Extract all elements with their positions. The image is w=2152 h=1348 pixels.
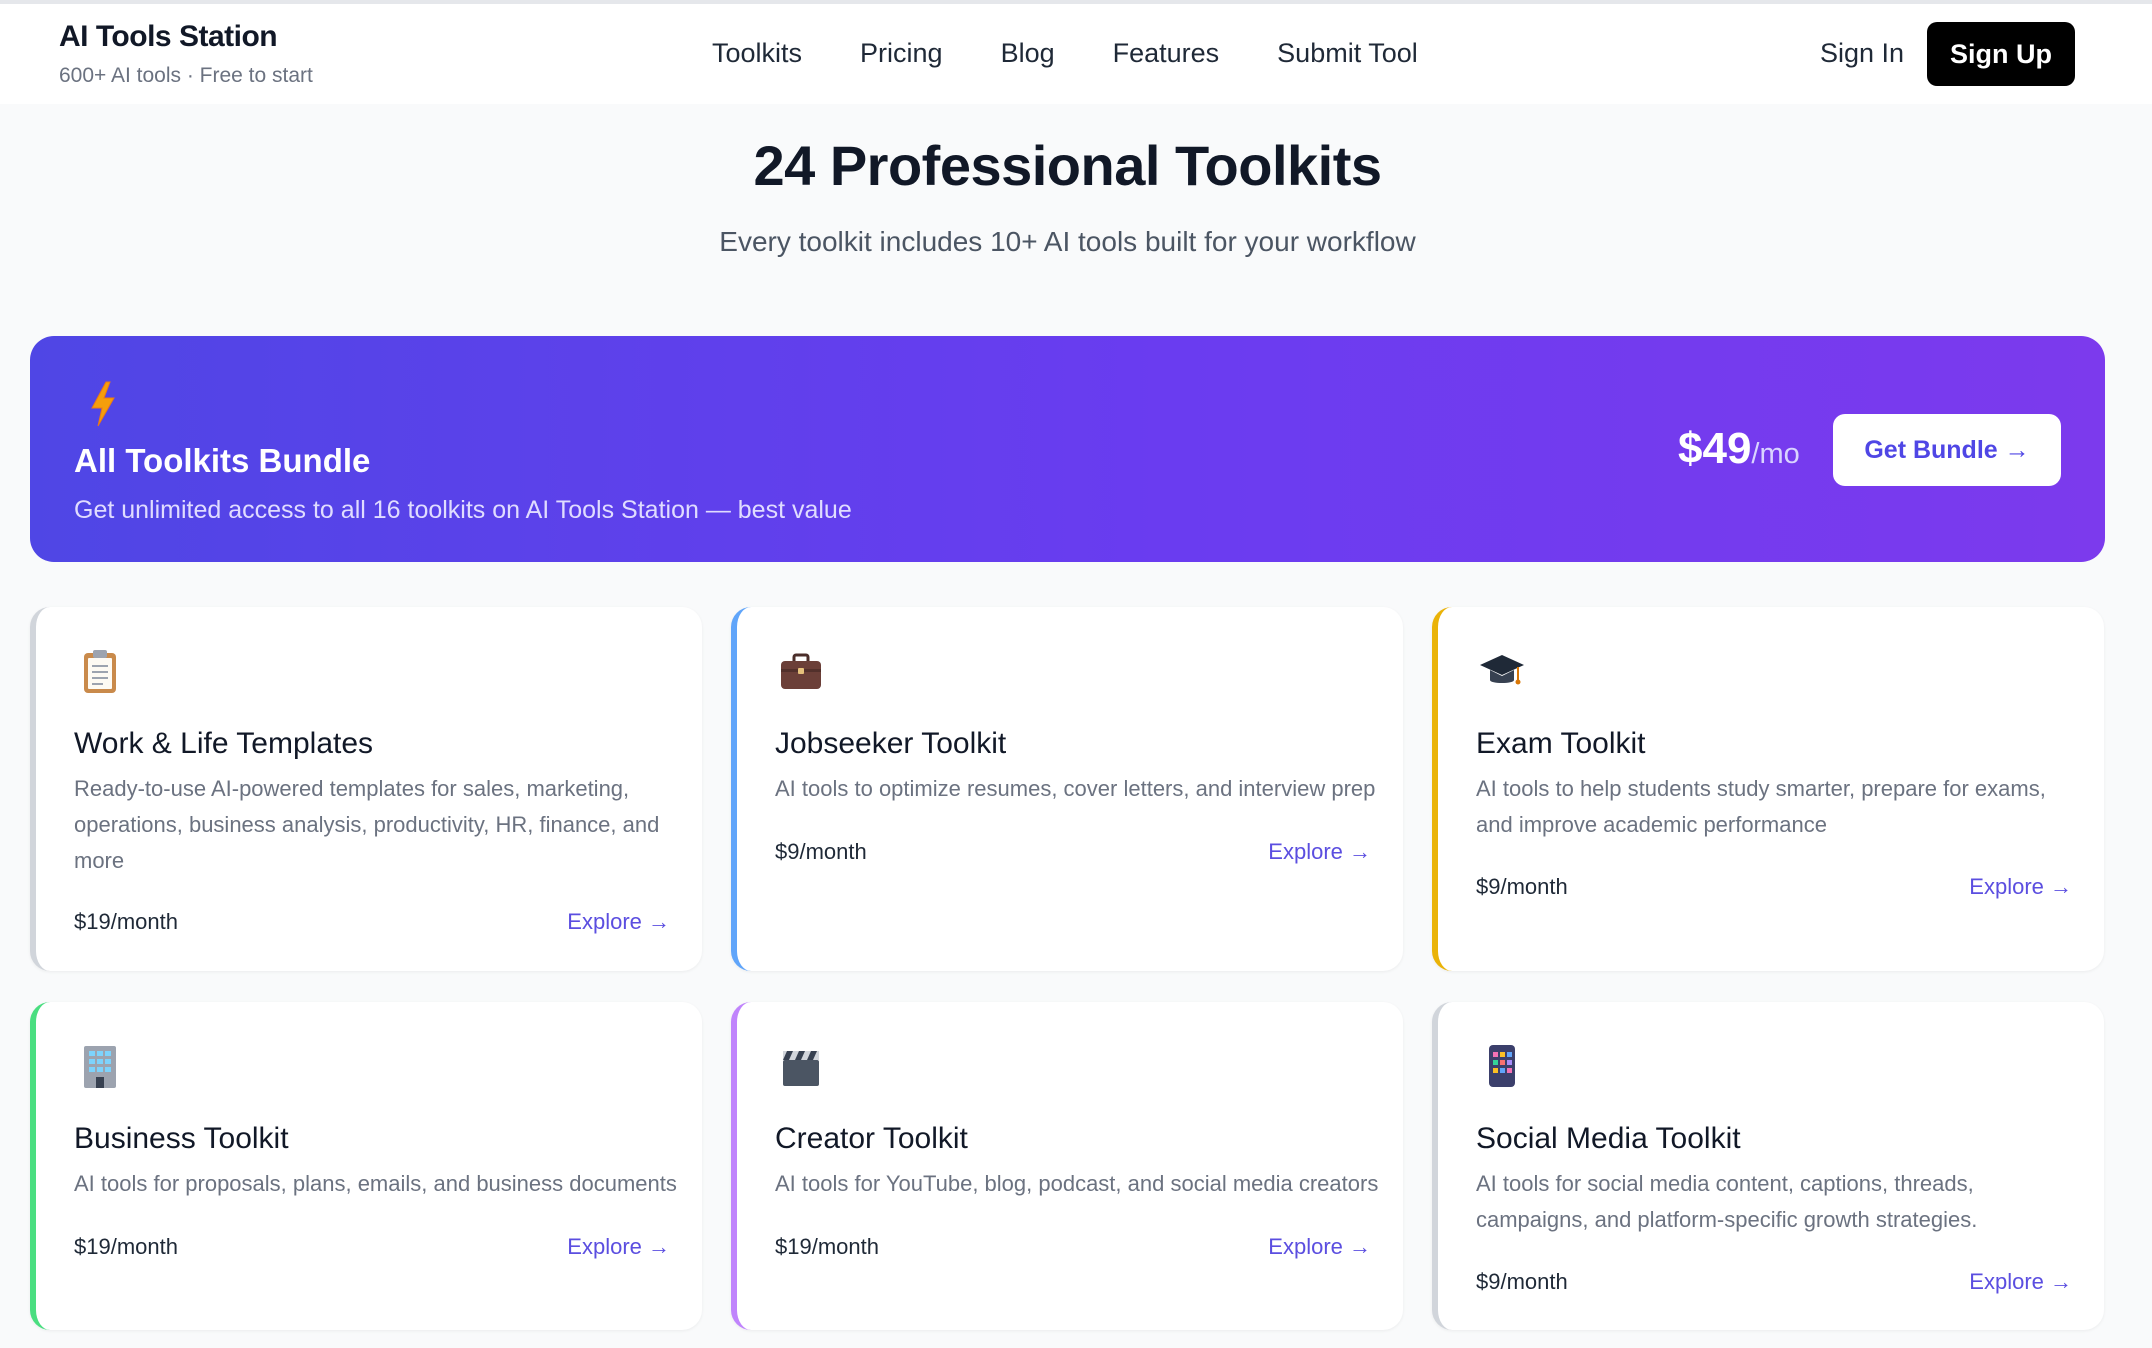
nav-submit-tool[interactable]: Submit Tool [1277,38,1418,69]
toolkit-card-jobseeker[interactable]: Jobseeker Toolkit AI tools to optimize r… [731,607,1403,971]
card-price: $19/month [775,1234,879,1259]
bundle-price: $49/mo [1678,424,1800,474]
card-description: AI tools for proposals, plans, emails, a… [74,1171,677,1196]
explore-link[interactable]: Explore → [1268,1234,1371,1260]
card-title: Business Toolkit [74,1122,289,1155]
nav-toolkits[interactable]: Toolkits [712,38,802,69]
get-bundle-button[interactable]: Get Bundle → [1833,414,2061,486]
office-building-icon [84,1046,116,1088]
toolkit-card-social-media[interactable]: Social Media Toolkit AI tools for social… [1432,1002,2104,1330]
sign-in-link[interactable]: Sign In [1820,38,1904,69]
toolkit-card-business[interactable]: Business Toolkit AI tools for proposals,… [30,1002,702,1330]
site-header: AI Tools Station 600+ AI tools · Free to… [0,4,2152,104]
card-price: $19/month [74,909,178,934]
toolkit-card-exam[interactable]: Exam Toolkit AI tools to help students s… [1432,607,2104,971]
brand[interactable]: AI Tools Station 600+ AI tools · Free to… [59,20,313,88]
toolkit-card-creator[interactable]: Creator Toolkit AI tools for YouTube, bl… [731,1002,1403,1330]
card-description: AI tools for social media content, capti… [1476,1171,1978,1232]
bundle-description: Get unlimited access to all 16 toolkits … [74,496,852,524]
card-description: AI tools to optimize resumes, cover lett… [775,776,1376,801]
explore-link[interactable]: Explore → [1969,1269,2072,1295]
phone-apps-icon [1489,1045,1515,1087]
explore-link[interactable]: Explore → [567,909,670,935]
clapperboard-icon [783,1051,819,1086]
toolkit-card-work-life[interactable]: Work & Life Templates Ready-to-use AI-po… [30,607,702,971]
card-title: Jobseeker Toolkit [775,727,1007,760]
brand-tagline: 600+ AI tools · Free to start [59,64,313,87]
clipboard-icon [84,650,116,693]
card-title: Work & Life Templates [74,727,374,760]
card-description: AI tools to help students study smarter,… [1476,776,2046,837]
main-nav: Toolkits Pricing Blog Features Submit To… [712,38,1418,69]
bundle-price-period: /mo [1751,438,1800,470]
page: AI Tools Station 600+ AI tools · Free to… [0,0,2152,1348]
card-title: Creator Toolkit [775,1122,968,1155]
card-description: Ready-to-use AI-powered templates for sa… [74,776,660,873]
explore-link[interactable]: Explore → [567,1234,670,1260]
explore-link[interactable]: Explore → [1268,839,1371,865]
page-title: 24 Professional Toolkits [753,134,1382,197]
page-subtitle: Every toolkit includes 10+ AI tools buil… [719,226,1416,257]
card-price: $9/month [1476,1269,1568,1294]
brand-name[interactable]: AI Tools Station [59,20,313,54]
card-price: $19/month [74,1234,178,1259]
nav-pricing[interactable]: Pricing [860,38,943,69]
nav-blog[interactable]: Blog [1001,38,1055,69]
bundle-title: All Toolkits Bundle [74,442,371,479]
card-price: $9/month [775,839,867,864]
explore-link[interactable]: Explore → [1969,874,2072,900]
card-title: Exam Toolkit [1476,727,1646,760]
briefcase-icon [781,653,821,689]
lightning-icon [91,381,115,427]
nav-features[interactable]: Features [1113,38,1220,69]
sign-up-button[interactable]: Sign Up [1927,22,2075,86]
bundle-price-amount: $49 [1678,424,1752,473]
card-price: $9/month [1476,874,1568,899]
graduation-cap-icon [1480,655,1524,685]
card-description: AI tools for YouTube, blog, podcast, and… [775,1171,1379,1196]
card-title: Social Media Toolkit [1476,1122,1741,1155]
bundle-banner: All Toolkits Bundle Get unlimited access… [30,336,2105,562]
